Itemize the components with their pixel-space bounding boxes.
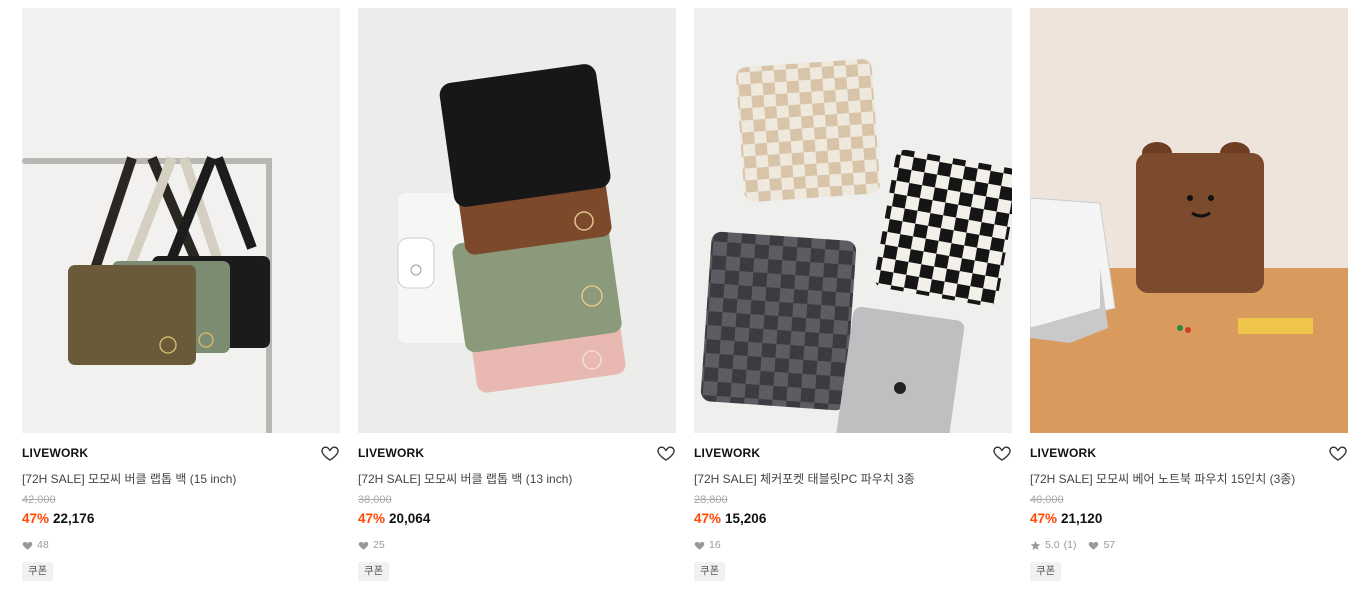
original-price: 28,800 [694,494,728,506]
product-title[interactable]: [72H SALE] 모모씨 버클 랩톱 백 (15 inch) [22,470,236,487]
product-info: LIVEWORK [72H SALE] 체커포켓 태블릿PC 파우치 3종 28… [694,433,1012,593]
product-card[interactable]: LIVEWORK [72H SALE] 체커포켓 태블릿PC 파우치 3종 28… [694,8,1012,593]
brand-name[interactable]: LIVEWORK [358,446,424,460]
product-info: LIVEWORK [72H SALE] 모모씨 버클 랩톱 백 (15 inch… [22,433,340,593]
brand-name[interactable]: LIVEWORK [1030,446,1096,460]
brand-name[interactable]: LIVEWORK [694,446,760,460]
wishlist-heart-icon[interactable] [320,443,340,463]
product-info: LIVEWORK [72H SALE] 모모씨 버클 랩톱 백 (13 inch… [358,433,676,593]
product-stats: 48 [22,539,49,551]
discount-rate: 47% [22,511,50,526]
rating-score: 5.0 [1045,539,1060,551]
product-card[interactable]: LIVEWORK [72H SALE] 모모씨 버클 랩톱 백 (15 inch… [22,8,340,593]
coupon-badge: 쿠폰 [694,562,726,581]
coupon-badge: 쿠폰 [22,562,54,581]
star-icon [1030,540,1041,551]
product-title[interactable]: [72H SALE] 모모씨 베어 노트북 파우치 15인치 (3종) [1030,470,1295,487]
sale-price: 15,206 [725,511,767,526]
heart-filled-icon [22,540,33,551]
like-count: 57 [1103,539,1116,551]
price-row: 47% 22,176 [22,511,94,526]
product-title[interactable]: [72H SALE] 체커포켓 태블릿PC 파우치 3종 [694,470,915,487]
original-price: 38,000 [358,494,392,506]
heart-filled-icon [358,540,369,551]
like-count: 48 [37,539,49,551]
price-row: 47% 15,206 [694,511,766,526]
sale-price: 22,176 [53,511,95,526]
product-title[interactable]: [72H SALE] 모모씨 버클 랩톱 백 (13 inch) [358,470,572,487]
product-info: LIVEWORK [72H SALE] 모모씨 베어 노트북 파우치 15인치 … [1030,433,1348,593]
product-stats: 16 [694,539,721,551]
wishlist-heart-icon[interactable] [656,443,676,463]
product-card[interactable]: LIVEWORK [72H SALE] 모모씨 버클 랩톱 백 (13 inch… [358,8,676,593]
original-price: 42,000 [22,494,56,506]
product-grid: LIVEWORK [72H SALE] 모모씨 버클 랩톱 백 (15 inch… [0,0,1357,593]
product-image[interactable] [22,8,340,433]
brand-name[interactable]: LIVEWORK [22,446,88,460]
product-stats: 25 [358,539,385,551]
price-row: 47% 21,120 [1030,511,1102,526]
heart-filled-icon [694,540,705,551]
wishlist-heart-icon[interactable] [992,443,1012,463]
original-price: 40,000 [1030,494,1064,506]
coupon-badge: 쿠폰 [1030,562,1062,581]
like-count: 16 [709,539,721,551]
heart-filled-icon [1088,540,1099,551]
discount-rate: 47% [358,511,386,526]
review-count: (1) [1063,539,1077,551]
sale-price: 21,120 [1061,511,1103,526]
discount-rate: 47% [694,511,722,526]
like-count: 25 [373,539,385,551]
product-image[interactable] [1030,8,1348,433]
product-image[interactable] [694,8,1012,433]
coupon-badge: 쿠폰 [358,562,390,581]
discount-rate: 47% [1030,511,1058,526]
sale-price: 20,064 [389,511,431,526]
wishlist-heart-icon[interactable] [1328,443,1348,463]
product-stats: 5.0 (1) 57 [1030,539,1115,551]
product-card[interactable]: LIVEWORK [72H SALE] 모모씨 베어 노트북 파우치 15인치 … [1030,8,1348,593]
product-image[interactable] [358,8,676,433]
price-row: 47% 20,064 [358,511,430,526]
